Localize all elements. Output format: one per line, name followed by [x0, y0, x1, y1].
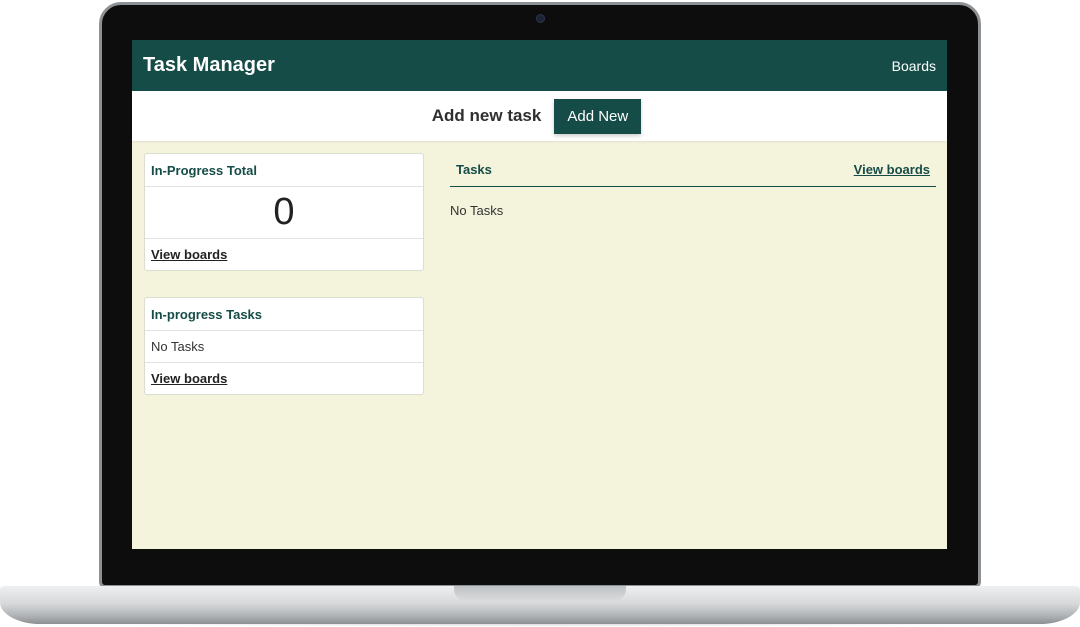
camera-icon — [536, 14, 545, 23]
no-tasks-text: No Tasks — [450, 203, 504, 218]
no-tasks-text: No Tasks — [145, 331, 423, 363]
tasks-panel: Tasks View boards No Tasks — [450, 152, 936, 218]
add-task-label: Add new task — [431, 106, 542, 125]
tasks-title: Tasks — [456, 161, 492, 177]
in-progress-total-card: In-Progress Total 0 View boards — [144, 153, 424, 271]
view-boards-link[interactable]: View boards — [151, 247, 227, 262]
action-bar: Add new task Add New — [132, 91, 947, 141]
card-title: In-Progress Total — [145, 154, 423, 187]
navbar: Task Manager Boards — [132, 40, 947, 91]
in-progress-count: 0 — [145, 187, 423, 239]
card-footer: View boards — [145, 239, 423, 270]
tasks-header: Tasks View boards — [450, 152, 936, 187]
nav-boards-link[interactable]: Boards — [892, 58, 936, 74]
laptop-notch — [454, 586, 626, 601]
app-title[interactable]: Task Manager — [143, 54, 275, 77]
in-progress-tasks-card: In-progress Tasks No Tasks View boards — [144, 297, 424, 395]
view-boards-link[interactable]: View boards — [151, 371, 227, 386]
view-boards-link[interactable]: View boards — [854, 162, 930, 177]
app-screen: Task Manager Boards Add new task Add New… — [132, 40, 947, 549]
card-title: In-progress Tasks — [145, 298, 423, 331]
add-new-button[interactable]: Add New — [554, 98, 642, 134]
card-footer: View boards — [145, 363, 423, 394]
